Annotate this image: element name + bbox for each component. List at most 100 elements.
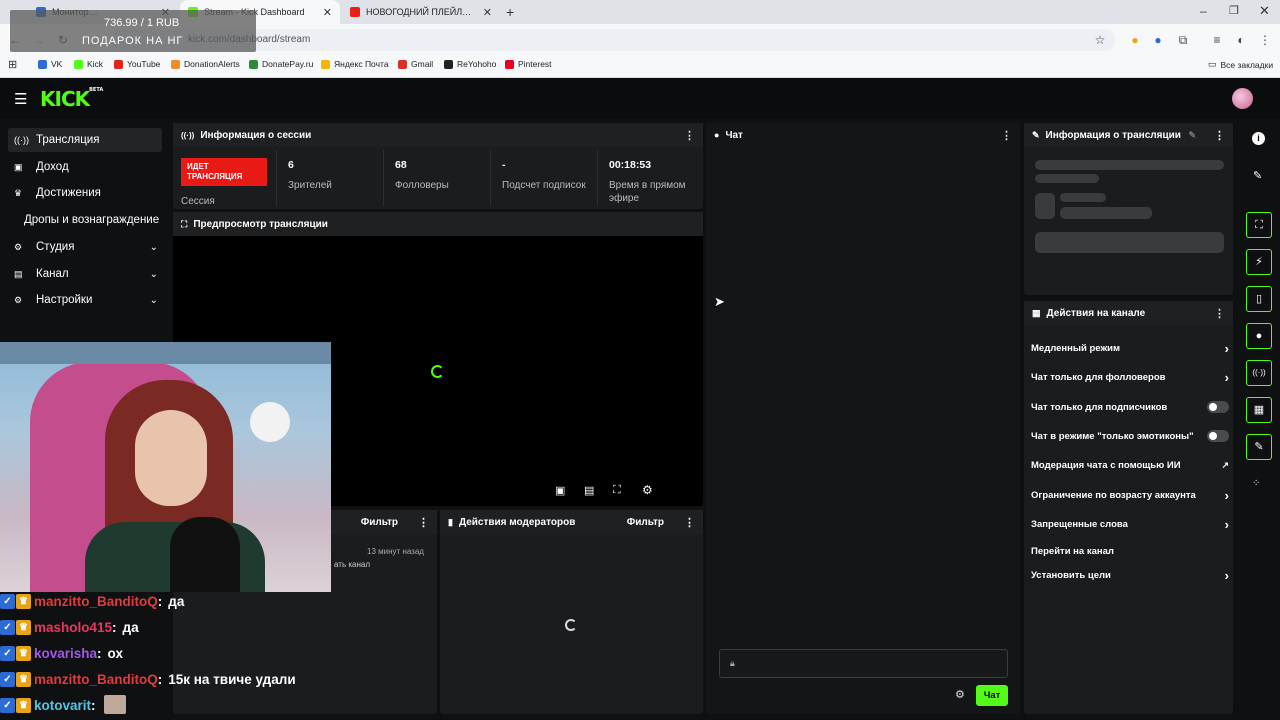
mod-actions-header: ▮ Действия модераторов Фильтр ⋮ (440, 510, 703, 534)
rail-document-icon[interactable]: ▯ (1246, 286, 1272, 312)
bookmark-item[interactable]: VK (38, 59, 62, 69)
sidebar-item[interactable]: ⚙ Студия ⌄ (8, 235, 162, 259)
sidebar-item-label: Канал (36, 268, 69, 280)
bookmark-item[interactable]: DonationAlerts (171, 59, 240, 69)
channel-action-row[interactable]: Чат только для фолловеров › (1031, 368, 1229, 386)
sidebar-item[interactable]: Дропы и вознаграждение (8, 208, 162, 232)
toggle-switch[interactable] (1207, 430, 1229, 442)
donation-goal-overlay: 736.99 / 1 RUB ПОДАРОК НА НГ (10, 10, 256, 52)
bookmark-favicon-icon (38, 59, 47, 69)
rail-screen-icon[interactable]: ⛶ (1246, 212, 1272, 238)
sidebar-item-label: Достижения (36, 187, 101, 199)
channel-action-row[interactable]: Чат в режиме "только эмотиконы" (1031, 427, 1229, 445)
fullscreen-icon[interactable]: ⛶ (613, 484, 621, 497)
tools-icon: ▦ (1032, 307, 1041, 318)
theater-icon[interactable]: ▤ (584, 484, 594, 497)
stat-value: 6 (288, 159, 294, 171)
edit-icon[interactable]: ✎ (1188, 130, 1196, 141)
chat-settings-icon[interactable]: ⚙ (955, 688, 965, 701)
stat-label: Фолловеры (395, 180, 449, 191)
channel-action-row[interactable]: Модерация чата с помощью ИИ ↗ (1031, 456, 1229, 474)
channel-action-row[interactable]: Установить цели › (1031, 566, 1229, 584)
all-bookmarks-link[interactable]: ▭ Все закладки (1208, 59, 1273, 70)
chat-send-button[interactable]: Чат (976, 685, 1008, 706)
info-icon[interactable]: i (1252, 132, 1265, 145)
kick-logo[interactable]: KICKBETA (40, 87, 103, 111)
channel-action-row[interactable]: Чат только для подписчиков (1031, 398, 1229, 416)
loading-spinner-icon (431, 365, 444, 378)
user-avatar[interactable] (1232, 88, 1253, 109)
sidebar-item[interactable]: ((·)) Трансляция (8, 128, 162, 152)
sidebar-item[interactable]: ▤ Канал ⌄ (8, 262, 162, 286)
tab-close-icon[interactable]: ✕ (323, 6, 332, 19)
bookmark-item[interactable]: DonatePay.ru (249, 59, 313, 69)
browser-tab[interactable]: НОВОГОДНИЙ ПЛЕЙЛ… ✕ (342, 0, 500, 24)
hamburger-menu-icon[interactable]: ☰ (14, 90, 27, 108)
menu-list-icon[interactable]: ≡ (1210, 33, 1224, 47)
chat-input[interactable]: 🔒︎ (719, 649, 1008, 678)
bookmark-item[interactable]: Pinterest (505, 59, 552, 69)
rail-chat-icon[interactable]: ● (1246, 323, 1272, 349)
chat-text: ох (107, 645, 123, 661)
logo-beta: BETA (89, 87, 104, 93)
mod-filter-button[interactable]: Фильтр (627, 517, 664, 528)
tab-close-icon[interactable]: ✕ (483, 6, 492, 19)
bookmark-label: VK (51, 59, 63, 69)
bookmark-item[interactable]: Яндекс Почта (321, 59, 389, 69)
preview-title: Предпросмотр трансляции (193, 218, 328, 230)
kebab-menu-icon[interactable]: ⋮ (1214, 307, 1225, 320)
channel-action-row[interactable]: Запрещенные слова › (1031, 515, 1229, 533)
kebab-menu-icon[interactable]: ⋮ (1214, 129, 1225, 142)
pip-icon[interactable]: ▣ (555, 484, 565, 497)
sidebar-item[interactable]: ⚙ Настройки ⌄ (8, 288, 162, 312)
url-input[interactable]: kick.com/dashboard/stream (110, 29, 1115, 51)
channel-action-label: Установить цели (1031, 569, 1111, 581)
kebab-menu-icon[interactable]: ⋮ (418, 516, 429, 529)
bookmark-item[interactable]: ReYohoho (444, 59, 496, 69)
skeleton-line (1035, 232, 1224, 253)
bookmark-favicon-icon (505, 59, 514, 69)
crown-badge-icon: ♛ (16, 619, 31, 635)
pencil-icon[interactable]: ✎ (1253, 169, 1262, 182)
maximize-icon[interactable]: ❐ (1229, 4, 1239, 17)
bookmark-item[interactable]: Kick (74, 59, 103, 69)
kebab-menu-icon[interactable]: ⋮ (1001, 129, 1012, 142)
rail-more-icon[interactable]: ⁘ (1252, 478, 1260, 489)
bookmark-item[interactable]: YouTube (114, 59, 160, 69)
rail-broadcast-icon[interactable]: ((·)) (1246, 360, 1272, 386)
toggle-switch[interactable] (1207, 401, 1229, 413)
new-tab-button[interactable]: + (506, 4, 514, 20)
channel-action-row[interactable]: Медленный режим › (1031, 339, 1229, 357)
vpn-icon[interactable]: ● (1151, 33, 1165, 47)
channel-action-row[interactable]: Перейти на канал (1031, 542, 1229, 560)
minimize-icon[interactable]: – (1200, 4, 1207, 18)
donation-amount: 736.99 / 1 RUB (104, 17, 180, 29)
activity-filter-button[interactable]: Фильтр (361, 517, 398, 528)
channel-action-row[interactable]: Ограничение по возрасту аккаунта › (1031, 486, 1229, 504)
rail-wrench-icon[interactable]: ✎ (1246, 434, 1272, 460)
kebab-menu-icon[interactable]: ⋮ (684, 516, 695, 529)
sidebar-item[interactable]: ♛ Достижения (8, 181, 162, 205)
apps-icon[interactable]: ⊞ (8, 58, 17, 71)
session-info-header: ((·)) Информация о сессии ⋮ (173, 123, 703, 147)
kebab-menu-icon[interactable]: ⋮ (684, 129, 695, 142)
bookmark-star-icon[interactable]: ☆ (1093, 33, 1107, 47)
wallet-icon: ▣ (14, 161, 23, 172)
puzzle-icon[interactable]: ⧉ (1176, 33, 1190, 47)
rail-lightning-icon[interactable]: ⚡︎ (1246, 249, 1272, 275)
extension-icon[interactable]: ● (1128, 33, 1142, 47)
bookmark-label: DonationAlerts (184, 59, 240, 69)
close-window-icon[interactable]: ✕ (1259, 3, 1270, 19)
shelf-shape (0, 342, 331, 364)
shield-icon: ▮ (448, 516, 453, 527)
player-settings-icon[interactable]: ⚙ (642, 483, 653, 497)
chat-username: kotovarit (34, 697, 92, 713)
bookmark-item[interactable]: Gmail (398, 59, 433, 69)
profile-icon[interactable]: ◐ (1234, 33, 1248, 47)
more-icon[interactable]: ⋮ (1258, 33, 1272, 47)
bookmark-label: Gmail (411, 59, 434, 69)
bookmark-label: Kick (87, 59, 104, 69)
sidebar-item[interactable]: ▣ Доход (8, 155, 162, 179)
rail-tools-icon[interactable]: ▦ (1246, 397, 1272, 423)
chevron-right-icon: › (1224, 567, 1229, 583)
